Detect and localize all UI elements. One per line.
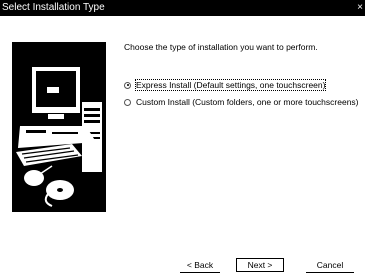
cancel-button[interactable]: Cancel: [304, 258, 356, 273]
express-radio[interactable]: [124, 81, 131, 89]
window-title: Select Installation Type: [2, 2, 105, 13]
express-label[interactable]: Express Install (Default settings, one t…: [134, 79, 327, 91]
custom-label[interactable]: Custom Install (Custom folders, one or m…: [136, 97, 359, 107]
computer-illustration: [12, 42, 106, 212]
computer-icon: [12, 42, 106, 212]
install-prompt: Choose the type of installation you want…: [124, 42, 318, 52]
express-install-option[interactable]: Express Install (Default settings, one t…: [124, 79, 327, 91]
close-icon[interactable]: ×: [357, 0, 363, 16]
custom-radio[interactable]: [124, 98, 131, 106]
next-button[interactable]: Next >: [236, 258, 284, 272]
back-button[interactable]: < Back: [176, 258, 224, 273]
custom-install-option[interactable]: Custom Install (Custom folders, one or m…: [124, 97, 359, 107]
title-bar: Select Installation Type ×: [0, 0, 365, 16]
